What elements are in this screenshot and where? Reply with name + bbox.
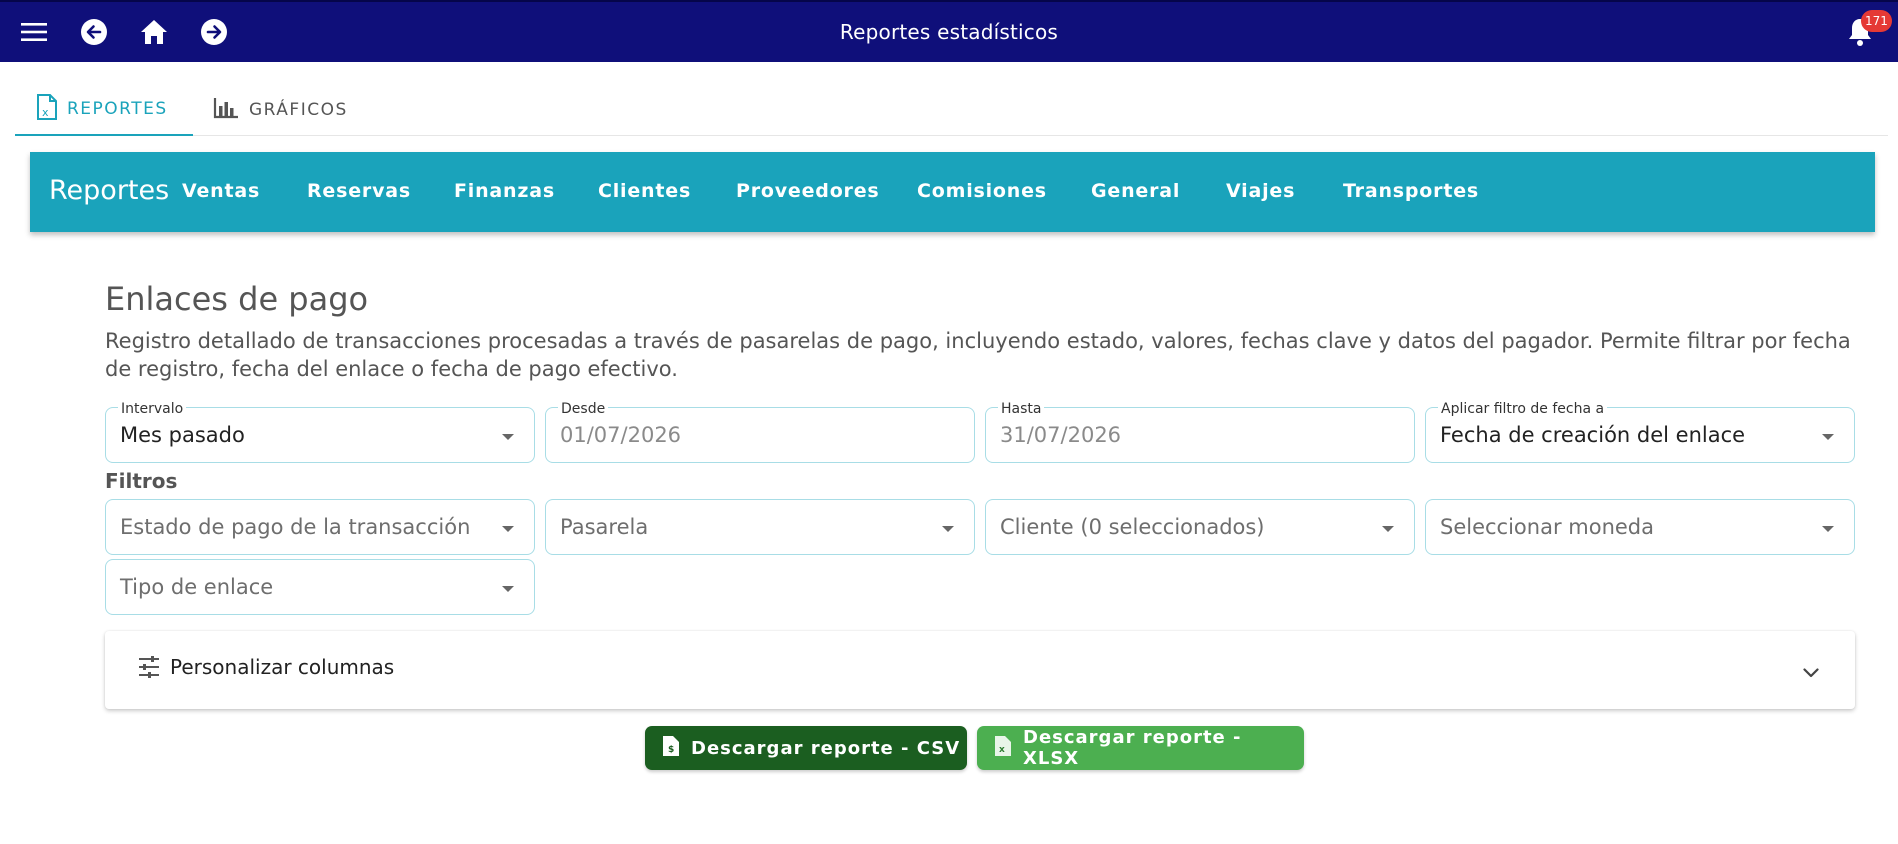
date-to-label: Hasta (998, 402, 1045, 416)
download-csv-button[interactable]: $ Descargar reporte - CSV (645, 726, 967, 770)
nav-link-general[interactable]: General (1091, 180, 1180, 202)
interval-select[interactable]: Intervalo Mes pasado (105, 402, 535, 463)
reports-brand[interactable]: Reportes (49, 175, 169, 206)
nav-link-viajes[interactable]: Viajes (1226, 180, 1295, 202)
download-xlsx-label: Descargar reporte - XLSX (1023, 727, 1242, 769)
tune-sliders-icon (137, 655, 161, 683)
client-placeholder: Cliente (0 seleccionados) (1000, 515, 1265, 539)
nav-link-ventas[interactable]: Ventas (182, 180, 260, 202)
customize-columns-panel[interactable]: Personalizar columnas (105, 631, 1855, 709)
nav-link-proveedores[interactable]: Proveedores (736, 180, 880, 202)
nav-link-finanzas[interactable]: Finanzas (454, 180, 555, 202)
svg-text:$: $ (668, 745, 675, 755)
gateway-placeholder: Pasarela (560, 515, 649, 539)
currency-select[interactable]: Seleccionar moneda (1425, 499, 1855, 555)
date-to-field[interactable]: Hasta 31/07/2026 (985, 402, 1415, 463)
date-to-value: 31/07/2026 (1000, 423, 1122, 447)
date-from-field[interactable]: Desde 01/07/2026 (545, 402, 975, 463)
download-csv-label: Descargar reporte - CSV (691, 737, 961, 759)
date-from-label: Desde (558, 402, 609, 416)
svg-text:x: x (42, 106, 50, 119)
nav-link-reservas[interactable]: Reservas (307, 180, 411, 202)
interval-label: Intervalo (118, 402, 187, 416)
tab-graficos-label: GRÁFICOS (249, 100, 348, 120)
chevron-down-icon (942, 526, 954, 532)
chevron-down-icon (1822, 434, 1834, 440)
payment-status-placeholder: Estado de pago de la transacción (120, 515, 471, 539)
reports-navbar: Reportes Ventas Reservas Finanzas Client… (30, 152, 1875, 232)
chevron-down-icon (502, 434, 514, 440)
chevron-down-icon (1822, 526, 1834, 532)
interval-value: Mes pasado (120, 423, 245, 447)
link-type-placeholder: Tipo de enlace (120, 575, 274, 599)
nav-link-comisiones[interactable]: Comisiones (917, 180, 1047, 202)
tab-reportes[interactable]: x REPORTES (15, 84, 193, 136)
chevron-down-icon (502, 526, 514, 532)
payment-status-select[interactable]: Estado de pago de la transacción (105, 499, 535, 555)
chevron-down-icon (502, 586, 514, 592)
gateway-select[interactable]: Pasarela (545, 499, 975, 555)
expand-chevron-icon[interactable] (1803, 663, 1819, 682)
date-apply-to-select[interactable]: Aplicar filtro de fecha a Fecha de creac… (1425, 402, 1855, 463)
date-apply-to-value: Fecha de creación del enlace (1440, 423, 1746, 447)
page-title: Enlaces de pago (105, 280, 369, 318)
download-xlsx-button[interactable]: x Descargar reporte - XLSX (977, 726, 1304, 770)
notifications-badge: 171 (1861, 10, 1892, 32)
tab-reportes-label: REPORTES (67, 99, 168, 119)
excel-file-icon: x (37, 93, 57, 125)
tab-graficos[interactable]: GRÁFICOS (213, 84, 363, 136)
csv-file-icon: $ (663, 735, 679, 761)
client-select[interactable]: Cliente (0 seleccionados) (985, 499, 1415, 555)
top-app-bar: Reportes estadísticos 171 (0, 0, 1898, 62)
link-type-select[interactable]: Tipo de enlace (105, 559, 535, 615)
nav-link-clientes[interactable]: Clientes (598, 180, 691, 202)
customize-columns-title: Personalizar columnas (170, 655, 395, 679)
xlsx-file-icon: x (995, 735, 1011, 761)
main-tabs: x REPORTES GRÁFICOS (15, 84, 1888, 136)
svg-text:x: x (999, 745, 1006, 755)
page-description: Registro detallado de transacciones proc… (105, 329, 1851, 381)
nav-link-transportes[interactable]: Transportes (1343, 180, 1479, 202)
bar-chart-icon (213, 97, 239, 124)
chevron-down-icon (1382, 526, 1394, 532)
date-from-value: 01/07/2026 (560, 423, 682, 447)
app-title: Reportes estadísticos (839, 20, 1059, 44)
date-apply-to-label: Aplicar filtro de fecha a (1438, 402, 1608, 416)
filters-heading: Filtros (105, 469, 178, 493)
currency-placeholder: Seleccionar moneda (1440, 515, 1654, 539)
